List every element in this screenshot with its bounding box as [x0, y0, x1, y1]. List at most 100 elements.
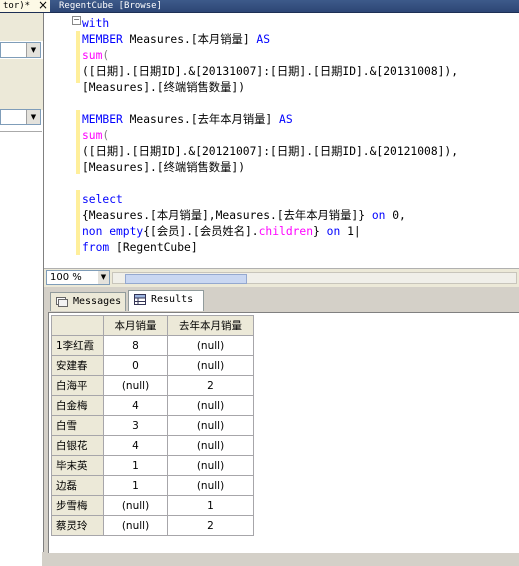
table-row[interactable]: 边磊 1 (null)	[51, 475, 254, 496]
row-header[interactable]: 白金梅	[51, 395, 104, 416]
code-token: (	[102, 49, 110, 62]
table-cell[interactable]: 2	[167, 515, 254, 536]
metadata-tree[interactable]	[0, 131, 42, 566]
code-token: [Measures].[终端销售数量])	[82, 81, 246, 94]
query-editor[interactable]: − with MEMBER Measures.[本月销量] AS sum(([日期]…	[44, 13, 519, 268]
table-cell[interactable]: 1	[167, 495, 254, 516]
table-cell[interactable]: (null)	[103, 495, 168, 516]
table-cell[interactable]: 8	[103, 335, 168, 356]
table-cell[interactable]: (null)	[167, 475, 254, 496]
code-line[interactable]: from [RegentCube]	[82, 240, 458, 256]
results-table[interactable]: 本月销量 去年本月销量 1李红霞 8 (null) 安建春 0 (null) 白海平 (nul…	[51, 315, 254, 536]
code-token: non empty	[82, 225, 144, 238]
code-line[interactable]: {Measures.[本月销量],Measures.[去年本月销量]} on 0…	[82, 208, 458, 224]
table-cell[interactable]: (null)	[167, 415, 254, 436]
table-cell[interactable]: (null)	[167, 455, 254, 476]
code-token: MEMBER	[82, 113, 123, 126]
zoom-dropdown[interactable]: 100 % ▼	[46, 270, 110, 285]
metadata-header-band	[0, 59, 43, 110]
row-header[interactable]: 白银花	[51, 435, 104, 456]
chevron-down-icon[interactable]: ▼	[98, 271, 109, 284]
tab-messages[interactable]: Messages	[50, 292, 126, 311]
code-line[interactable]: select	[82, 192, 458, 208]
row-header[interactable]: 1李红霞	[51, 335, 104, 356]
table-cell[interactable]: 2	[167, 375, 254, 396]
chevron-down-icon[interactable]: ▼	[26, 43, 40, 57]
code-line[interactable]: [Measures].[终端销售数量])	[82, 80, 458, 96]
table-row[interactable]: 步雪梅 (null) 1	[51, 495, 254, 516]
horizontal-scrollbar[interactable]	[112, 272, 517, 284]
row-header[interactable]: 安建春	[51, 355, 104, 376]
code-line[interactable]: [Measures].[终端销售数量])	[82, 160, 458, 176]
collapse-icon[interactable]: −	[72, 16, 81, 25]
code-line[interactable]: ([日期].[日期ID].&[20131007]:[日期].[日期ID].&[2…	[82, 64, 458, 80]
table-cell[interactable]: (null)	[103, 375, 168, 396]
code-token: MEMBER	[82, 33, 123, 46]
table-cell[interactable]: 4	[103, 395, 168, 416]
scrollbar-thumb[interactable]	[125, 274, 247, 284]
tab-results[interactable]: Results	[128, 290, 204, 311]
corner-header[interactable]	[51, 315, 104, 336]
editor-status-bar: 100 % ▼	[44, 268, 519, 287]
row-header[interactable]: 步雪梅	[51, 495, 104, 516]
cube-selector-band	[0, 13, 43, 41]
mdx-code[interactable]: with MEMBER Measures.[本月销量] AS sum(([日期].[…	[82, 16, 458, 256]
tab-messages-label: Messages	[73, 296, 122, 307]
change-bar	[76, 110, 80, 174]
code-line[interactable]: with	[82, 16, 458, 32]
table-row[interactable]: 白银花 4 (null)	[51, 435, 254, 456]
code-token: }	[313, 225, 327, 238]
column-header[interactable]: 本月销量	[103, 315, 168, 336]
tab-query-editor[interactable]: tor)*	[0, 0, 37, 12]
table-cell[interactable]: 0	[103, 355, 168, 376]
results-grid[interactable]: 本月销量 去年本月销量 1李红霞 8 (null) 安建春 0 (null) 白海平 (nul…	[48, 312, 519, 553]
table-row[interactable]: 白海平 (null) 2	[51, 375, 254, 396]
table-row[interactable]: 白雪 3 (null)	[51, 415, 254, 436]
row-header[interactable]: 边磊	[51, 475, 104, 496]
code-line[interactable]: ([日期].[日期ID].&[20121007]:[日期].[日期ID].&[2…	[82, 144, 458, 160]
table-cell[interactable]: (null)	[103, 515, 168, 536]
tab-cube-browser[interactable]: RegentCube [Browse]	[56, 0, 165, 12]
code-token: sum	[82, 49, 103, 62]
row-header[interactable]: 蔡灵玲	[51, 515, 104, 536]
column-header[interactable]: 去年本月销量	[167, 315, 254, 336]
row-header[interactable]: 白雪	[51, 415, 104, 436]
table-row[interactable]: 蔡灵玲 (null) 2	[51, 515, 254, 536]
code-token: select	[82, 193, 123, 206]
cube-selector-dropdown[interactable]: ▼	[0, 42, 41, 58]
table-row[interactable]: 毕末英 1 (null)	[51, 455, 254, 476]
tab-results-label: Results	[151, 294, 194, 305]
code-line[interactable]: MEMBER Measures.[去年本月销量] AS	[82, 112, 458, 128]
table-row[interactable]: 1李红霞 8 (null)	[51, 335, 254, 356]
code-line[interactable]: sum(	[82, 128, 458, 144]
table-cell[interactable]: (null)	[167, 355, 254, 376]
table-row[interactable]: 白金梅 4 (null)	[51, 395, 254, 416]
tab-query-editor-label: tor)*	[3, 1, 31, 11]
table-cell[interactable]: (null)	[167, 435, 254, 456]
code-line[interactable]: non empty{[会员].[会员姓名].children} on 1|	[82, 224, 458, 240]
code-token: children	[258, 225, 314, 238]
code-token: on	[326, 225, 341, 238]
code-token: {[会员].[会员姓名].	[143, 225, 259, 238]
code-line[interactable]	[82, 176, 458, 192]
code-line[interactable]	[82, 96, 458, 112]
table-cell[interactable]: 4	[103, 435, 168, 456]
code-token: {Measures.[本月销量],Measures.[去年本月销量]}	[82, 209, 372, 222]
measure-group-dropdown[interactable]: ▼	[0, 109, 41, 125]
code-token: with	[82, 17, 110, 30]
code-token: from	[82, 241, 110, 254]
close-tab-icon[interactable]: ×	[36, 0, 50, 12]
table-cell[interactable]: 1	[103, 475, 168, 496]
row-header[interactable]: 白海平	[51, 375, 104, 396]
table-cell[interactable]: 3	[103, 415, 168, 436]
table-row[interactable]: 安建春 0 (null)	[51, 355, 254, 376]
code-token: 0,	[385, 209, 406, 222]
row-header[interactable]: 毕末英	[51, 455, 104, 476]
code-line[interactable]: MEMBER Measures.[本月销量] AS	[82, 32, 458, 48]
table-cell[interactable]: (null)	[167, 335, 254, 356]
code-line[interactable]: sum(	[82, 48, 458, 64]
chevron-down-icon[interactable]: ▼	[26, 110, 40, 124]
table-cell[interactable]: (null)	[167, 395, 254, 416]
zoom-value: 100 %	[50, 272, 82, 283]
table-cell[interactable]: 1	[103, 455, 168, 476]
